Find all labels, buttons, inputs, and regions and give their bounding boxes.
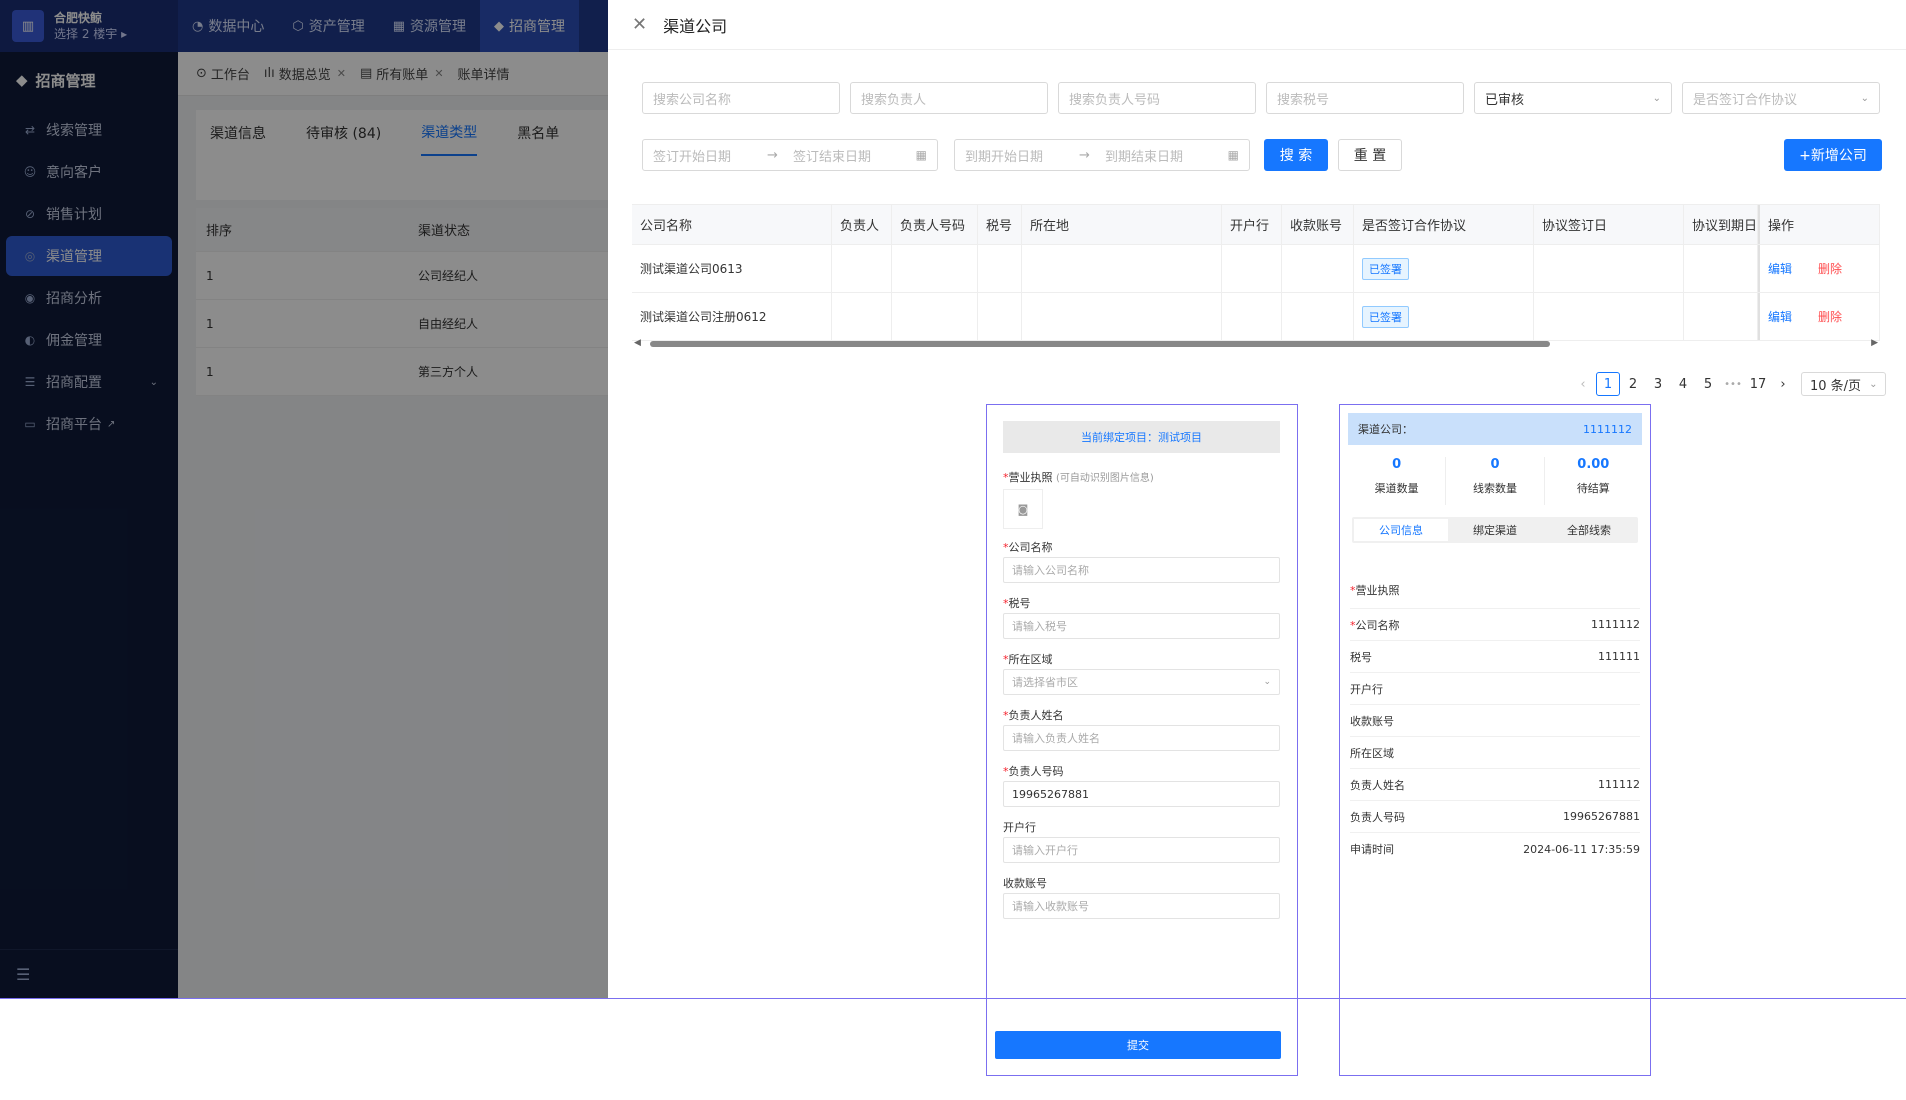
chevron-down-icon: ⌄ [1652, 92, 1661, 104]
person-phone-input[interactable]: 19965267881 [1003, 781, 1280, 807]
detail-row: 税号 111111 [1350, 641, 1640, 673]
search-button[interactable]: 搜 索 [1264, 139, 1328, 171]
tab-bound-channels[interactable]: 绑定渠道 [1448, 519, 1542, 541]
prev-page-icon[interactable]: ‹ [1571, 372, 1595, 396]
stat-pending-settlement: 0.00 待结算 [1576, 457, 1610, 495]
bound-project-banner: 当前绑定项目：测试项目 [1003, 421, 1280, 453]
page-2[interactable]: 2 [1621, 372, 1645, 396]
drawer-title: 渠道公司 [663, 16, 728, 36]
delete-link[interactable]: 删除 [1818, 260, 1842, 277]
company-name-input[interactable]: 请输入公司名称 [1003, 557, 1280, 583]
chevron-down-icon: ⌄ [1860, 92, 1869, 104]
modal-mask[interactable] [0, 0, 608, 999]
arrow-right-icon: → [1079, 147, 1090, 163]
chevron-down-icon: ⌄ [1263, 677, 1271, 687]
audit-status-select[interactable]: 已审核 ⌄ [1474, 82, 1672, 114]
phone-search-input[interactable]: 搜索负责人号码 [1058, 82, 1256, 114]
field-label: *所在区域 [1003, 653, 1053, 666]
bank-input[interactable]: 请输入开户行 [1003, 837, 1280, 863]
pagination: ‹ 1 2 3 4 5 ••• 17 › 10 条/页 ⌄ [1570, 372, 1887, 396]
tab-all-clues[interactable]: 全部线索 [1542, 519, 1636, 541]
detail-row: 所在区域 [1350, 737, 1640, 769]
field-label: 收款账号 [1003, 877, 1047, 890]
calendar-icon: ▦ [1227, 148, 1239, 162]
channel-company-drawer: ✕ 渠道公司 搜索公司名称 搜索负责人 搜索负责人号码 搜索税号 已审核 ⌄ 是否… [608, 0, 1906, 1076]
add-company-button[interactable]: +新增公司 [1784, 139, 1882, 171]
next-page-icon[interactable]: › [1771, 372, 1795, 396]
frame-outline [0, 998, 1906, 999]
page-4[interactable]: 4 [1671, 372, 1695, 396]
signed-badge: 已签署 [1362, 305, 1409, 328]
page-17[interactable]: 17 [1746, 372, 1770, 396]
edit-link[interactable]: 编辑 [1768, 308, 1792, 325]
scroll-right-icon[interactable]: ▶ [1871, 338, 1878, 348]
company-table: 公司名称 负责人 负责人号码 税号 所在地 开户行 收款账号 是否签订合作协议 … [632, 204, 1880, 341]
person-search-input[interactable]: 搜索负责人 [850, 82, 1048, 114]
table-header: 公司名称 负责人 负责人号码 税号 所在地 开户行 收款账号 是否签订合作协议 … [632, 205, 1880, 245]
detail-row: *营业执照 [1350, 571, 1640, 609]
company-name-search-input[interactable]: 搜索公司名称 [642, 82, 840, 114]
company-detail-preview: 渠道公司： 1111112 0 渠道数量 0 线索数量 0.00 待结算 公司信息 绑… [1339, 404, 1651, 1076]
scrollbar-thumb[interactable] [650, 341, 1550, 347]
edit-link[interactable]: 编辑 [1768, 260, 1792, 277]
tax-search-input[interactable]: 搜索税号 [1266, 82, 1464, 114]
expire-date-range-picker[interactable]: 到期开始日期 → 到期结束日期 ▦ [954, 139, 1250, 171]
stat-clues: 0 线索数量 [1446, 457, 1545, 505]
detail-row: 收款账号 [1350, 705, 1640, 737]
field-label: *税号 [1003, 597, 1031, 610]
table-row: 测试渠道公司0613 已签署 编辑 删除 [632, 245, 1880, 293]
table-row: 测试渠道公司注册0612 已签署 编辑 删除 [632, 293, 1880, 341]
page-5[interactable]: 5 [1696, 372, 1720, 396]
page-ellipsis[interactable]: ••• [1721, 372, 1745, 396]
detail-row: 申请时间 2024-06-11 17:35:59 [1350, 842, 1640, 857]
calendar-icon: ▦ [915, 148, 927, 162]
submit-button[interactable]: 提交 [995, 1031, 1281, 1059]
sign-date-range-picker[interactable]: 签订开始日期 → 签订结束日期 ▦ [642, 139, 938, 171]
detail-tabs: 公司信息 绑定渠道 全部线索 [1352, 517, 1638, 543]
tax-input[interactable]: 请输入税号 [1003, 613, 1280, 639]
detail-row: 负责人号码 19965267881 [1350, 801, 1640, 833]
page-size-select[interactable]: 10 条/页 ⌄ [1801, 372, 1887, 396]
detail-row: 负责人姓名 111112 [1350, 769, 1640, 801]
stats-row: 0 渠道数量 0 线索数量 0.00 待结算 [1348, 457, 1642, 505]
chevron-down-icon: ⌄ [1869, 378, 1878, 390]
camera-icon[interactable]: ◙ [1003, 489, 1043, 529]
field-label: *负责人号码 [1003, 765, 1064, 778]
signed-agreement-select[interactable]: 是否签订合作协议 ⌄ [1682, 82, 1880, 114]
register-form-preview: 当前绑定项目：测试项目 *营业执照 (可自动识别图片信息) ◙ *公司名称 请输… [986, 404, 1298, 1076]
tab-company-info[interactable]: 公司信息 [1354, 519, 1448, 541]
region-select[interactable]: 请选择省市区 ⌄ [1003, 669, 1280, 695]
stat-channels: 0 渠道数量 [1348, 457, 1447, 505]
delete-link[interactable]: 删除 [1818, 308, 1842, 325]
signed-badge: 已签署 [1362, 257, 1409, 280]
account-input[interactable]: 请输入收款账号 [1003, 893, 1280, 919]
horizontal-scrollbar[interactable]: ◀ ▶ [632, 338, 1880, 350]
page-1[interactable]: 1 [1596, 372, 1620, 396]
close-icon[interactable]: ✕ [632, 14, 647, 35]
field-label: *公司名称 [1003, 541, 1053, 554]
scroll-left-icon[interactable]: ◀ [634, 338, 641, 348]
detail-header: 渠道公司： 1111112 [1348, 413, 1642, 445]
reset-button[interactable]: 重 置 [1338, 139, 1402, 171]
person-name-input[interactable]: 请输入负责人姓名 [1003, 725, 1280, 751]
page-3[interactable]: 3 [1646, 372, 1670, 396]
drawer-header: ✕ 渠道公司 [608, 0, 1906, 50]
license-label: *营业执照 (可自动识别图片信息) [1003, 471, 1154, 484]
field-label: 开户行 [1003, 821, 1036, 834]
field-label: *负责人姓名 [1003, 709, 1064, 722]
arrow-right-icon: → [767, 147, 778, 163]
detail-row: *公司名称 1111112 [1350, 609, 1640, 641]
detail-row: 开户行 [1350, 673, 1640, 705]
